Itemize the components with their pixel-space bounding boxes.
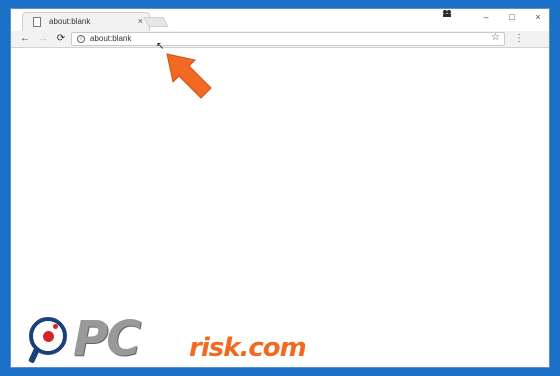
pcrisk-risk-text: risk.com xyxy=(189,333,307,363)
pcrisk-pc-text: PC xyxy=(73,311,141,367)
bookmark-star-icon[interactable]: ☆ xyxy=(491,32,500,43)
back-button[interactable]: ← xyxy=(17,32,33,46)
red-dot-small-icon xyxy=(53,324,58,329)
magnifier-handle xyxy=(28,347,40,364)
title-bar: about:blank × – □ × xyxy=(11,9,549,31)
minimize-button[interactable]: – xyxy=(473,9,499,25)
red-dot-icon xyxy=(43,331,54,342)
forward-button[interactable]: → xyxy=(35,32,51,46)
reload-button[interactable]: ⟳ xyxy=(53,32,69,46)
orange-arrow-icon xyxy=(164,52,216,102)
pcrisk-watermark: PC risk.com xyxy=(11,309,549,367)
tab-title: about:blank xyxy=(49,17,91,26)
new-tab-button[interactable] xyxy=(143,17,169,27)
mouse-cursor-icon: ↖ xyxy=(156,41,165,52)
address-text[interactable]: about:blank xyxy=(90,34,131,43)
browser-window: about:blank × – □ × ← → ⟳ i about:blank … xyxy=(10,8,550,368)
address-bar[interactable]: i about:blank ☆ xyxy=(71,32,505,46)
info-icon[interactable]: i xyxy=(77,35,85,43)
maximize-button[interactable]: □ xyxy=(499,9,525,25)
page-icon xyxy=(33,17,41,27)
person-icon[interactable] xyxy=(442,10,452,20)
menu-button[interactable]: ⋮ xyxy=(511,32,527,46)
tab-close-button[interactable]: × xyxy=(138,15,143,27)
browser-toolbar: ← → ⟳ i about:blank ☆ ⋮ xyxy=(11,31,549,48)
close-window-button[interactable]: × xyxy=(525,9,549,25)
tab-about-blank[interactable]: about:blank × xyxy=(22,12,150,31)
